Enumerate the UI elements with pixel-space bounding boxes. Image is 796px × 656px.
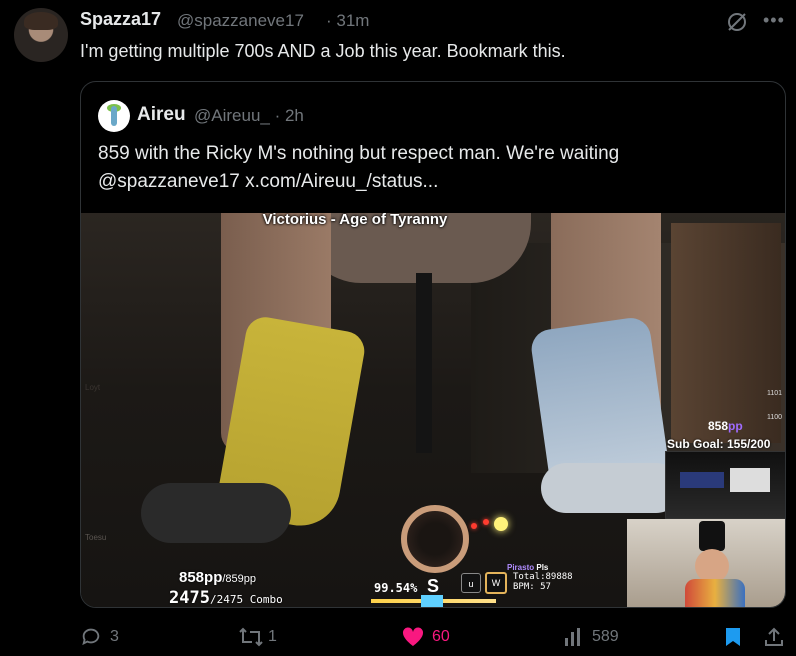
song-title: Victorius - Age of Tyranny [262, 211, 448, 228]
reply-button[interactable] [80, 626, 102, 653]
views-icon [565, 628, 580, 646]
total-stat: Total:89888 [513, 572, 573, 582]
share-icon [765, 627, 783, 646]
key-u: u [461, 573, 481, 593]
face-cam [627, 519, 785, 607]
views-button[interactable] [563, 626, 585, 653]
share-button[interactable] [763, 626, 785, 653]
reply-count: 3 [110, 628, 119, 645]
slider-dot [471, 523, 477, 529]
faint-overlay-text-1: Loyt [85, 383, 101, 392]
grok-icon[interactable] [725, 10, 749, 34]
side-number-1: 1101 [767, 390, 783, 397]
reply-icon [82, 628, 100, 646]
hit-circle [401, 505, 469, 573]
combo-counter: 2475/2475 Combo [169, 588, 283, 608]
quoted-tweet[interactable]: Aireu @Aireuu_ · 2h 859 with the Ricky M… [80, 81, 786, 608]
combo-max: /2475 Combo [209, 593, 283, 606]
bpm-stat: BPM: 57 [513, 582, 551, 592]
side-number-2: 1100 [767, 414, 783, 421]
pp-current: 858pp [179, 569, 223, 586]
author-avatar[interactable] [14, 8, 68, 62]
retweet-icon [239, 627, 263, 647]
stream-pp: 858pp [708, 419, 743, 433]
like-button[interactable] [401, 626, 425, 653]
progress-marker [421, 595, 443, 607]
tweet-text: I'm getting multiple 700s AND a Job this… [80, 41, 566, 61]
grade: S [427, 576, 440, 596]
video-media[interactable]: Loyt Toesu 858pp/859pp 2475/2475 Combo 9… [81, 213, 785, 608]
quote-text-line-2[interactable]: @spazzaneve17 x.com/Aireuu_/status... [98, 168, 738, 196]
quote-text: 859 with the Ricky M's nothing but respe… [98, 140, 738, 196]
key-w: W [485, 572, 507, 594]
author-handle[interactable]: @spazzaneve17 [177, 11, 304, 31]
bookmark-button[interactable] [723, 626, 743, 653]
faint-overlay-text-2: Toesu [85, 533, 107, 542]
sub-goal: Sub Goal: 155/200 [667, 437, 771, 451]
combo-current: 2475 [169, 588, 210, 608]
pp-counter: 858pp/859pp [179, 569, 256, 586]
author-name[interactable]: Spazza17 [80, 9, 161, 30]
quote-author-avatar[interactable] [98, 100, 130, 132]
heart-icon [402, 627, 424, 646]
like-count: 60 [432, 628, 450, 645]
retweet-count: 1 [268, 628, 277, 645]
player-name: Pirasto Pls [507, 563, 549, 572]
quote-text-line-1: 859 with the Ricky M's nothing but respe… [98, 143, 620, 164]
tweet-time[interactable]: · 31m [326, 11, 369, 31]
cursor-dot [494, 517, 508, 531]
slider-dot [483, 519, 489, 525]
keyboard-cam [665, 451, 785, 519]
player-stats: Total:89888 BPM: 57 [513, 572, 573, 592]
more-icon[interactable]: ••• [763, 10, 785, 31]
quote-time: · 2h [274, 106, 304, 125]
bookmark-icon [726, 628, 740, 646]
quote-author-name[interactable]: Aireu [137, 104, 186, 126]
quote-author-handle[interactable]: @Aireuu_ · 2h [194, 106, 304, 126]
pp-max: /859pp [222, 573, 257, 585]
retweet-button[interactable] [238, 626, 264, 653]
view-count: 589 [592, 628, 619, 645]
accuracy: 99.54% [374, 581, 418, 595]
